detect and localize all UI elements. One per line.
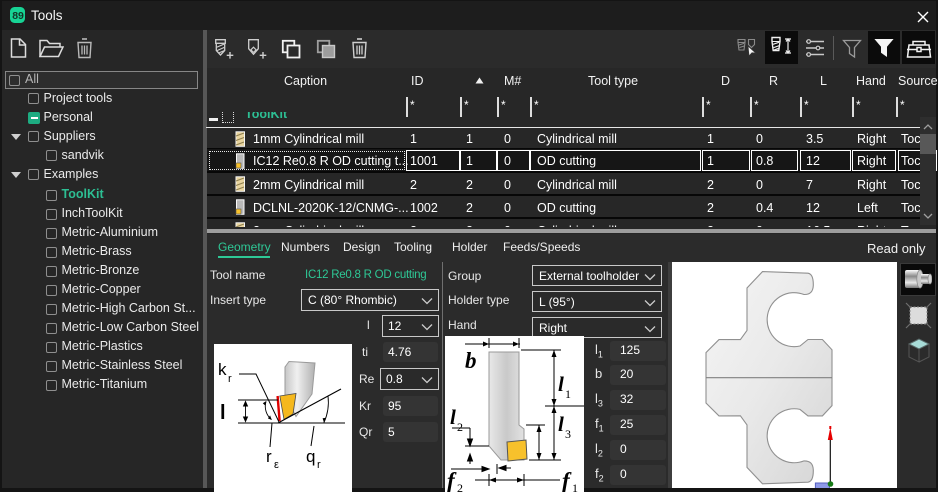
svg-text:l: l bbox=[558, 372, 564, 396]
svg-text:ε: ε bbox=[274, 459, 279, 471]
svg-text:3: 3 bbox=[565, 427, 571, 441]
svg-text:r: r bbox=[317, 459, 321, 471]
svg-text:r: r bbox=[266, 447, 272, 466]
svg-text:b: b bbox=[465, 348, 477, 373]
svg-text:1: 1 bbox=[572, 481, 578, 492]
svg-text:1: 1 bbox=[565, 387, 571, 401]
svg-text:k: k bbox=[218, 360, 227, 379]
svg-text:q: q bbox=[306, 447, 315, 466]
svg-text:2: 2 bbox=[457, 481, 463, 492]
svg-text:l: l bbox=[558, 412, 564, 436]
svg-text:r: r bbox=[228, 373, 232, 385]
svg-text:2: 2 bbox=[457, 420, 463, 434]
svg-text:l: l bbox=[450, 405, 456, 429]
svg-text:l: l bbox=[220, 402, 226, 424]
svg-text:89: 89 bbox=[12, 10, 24, 22]
